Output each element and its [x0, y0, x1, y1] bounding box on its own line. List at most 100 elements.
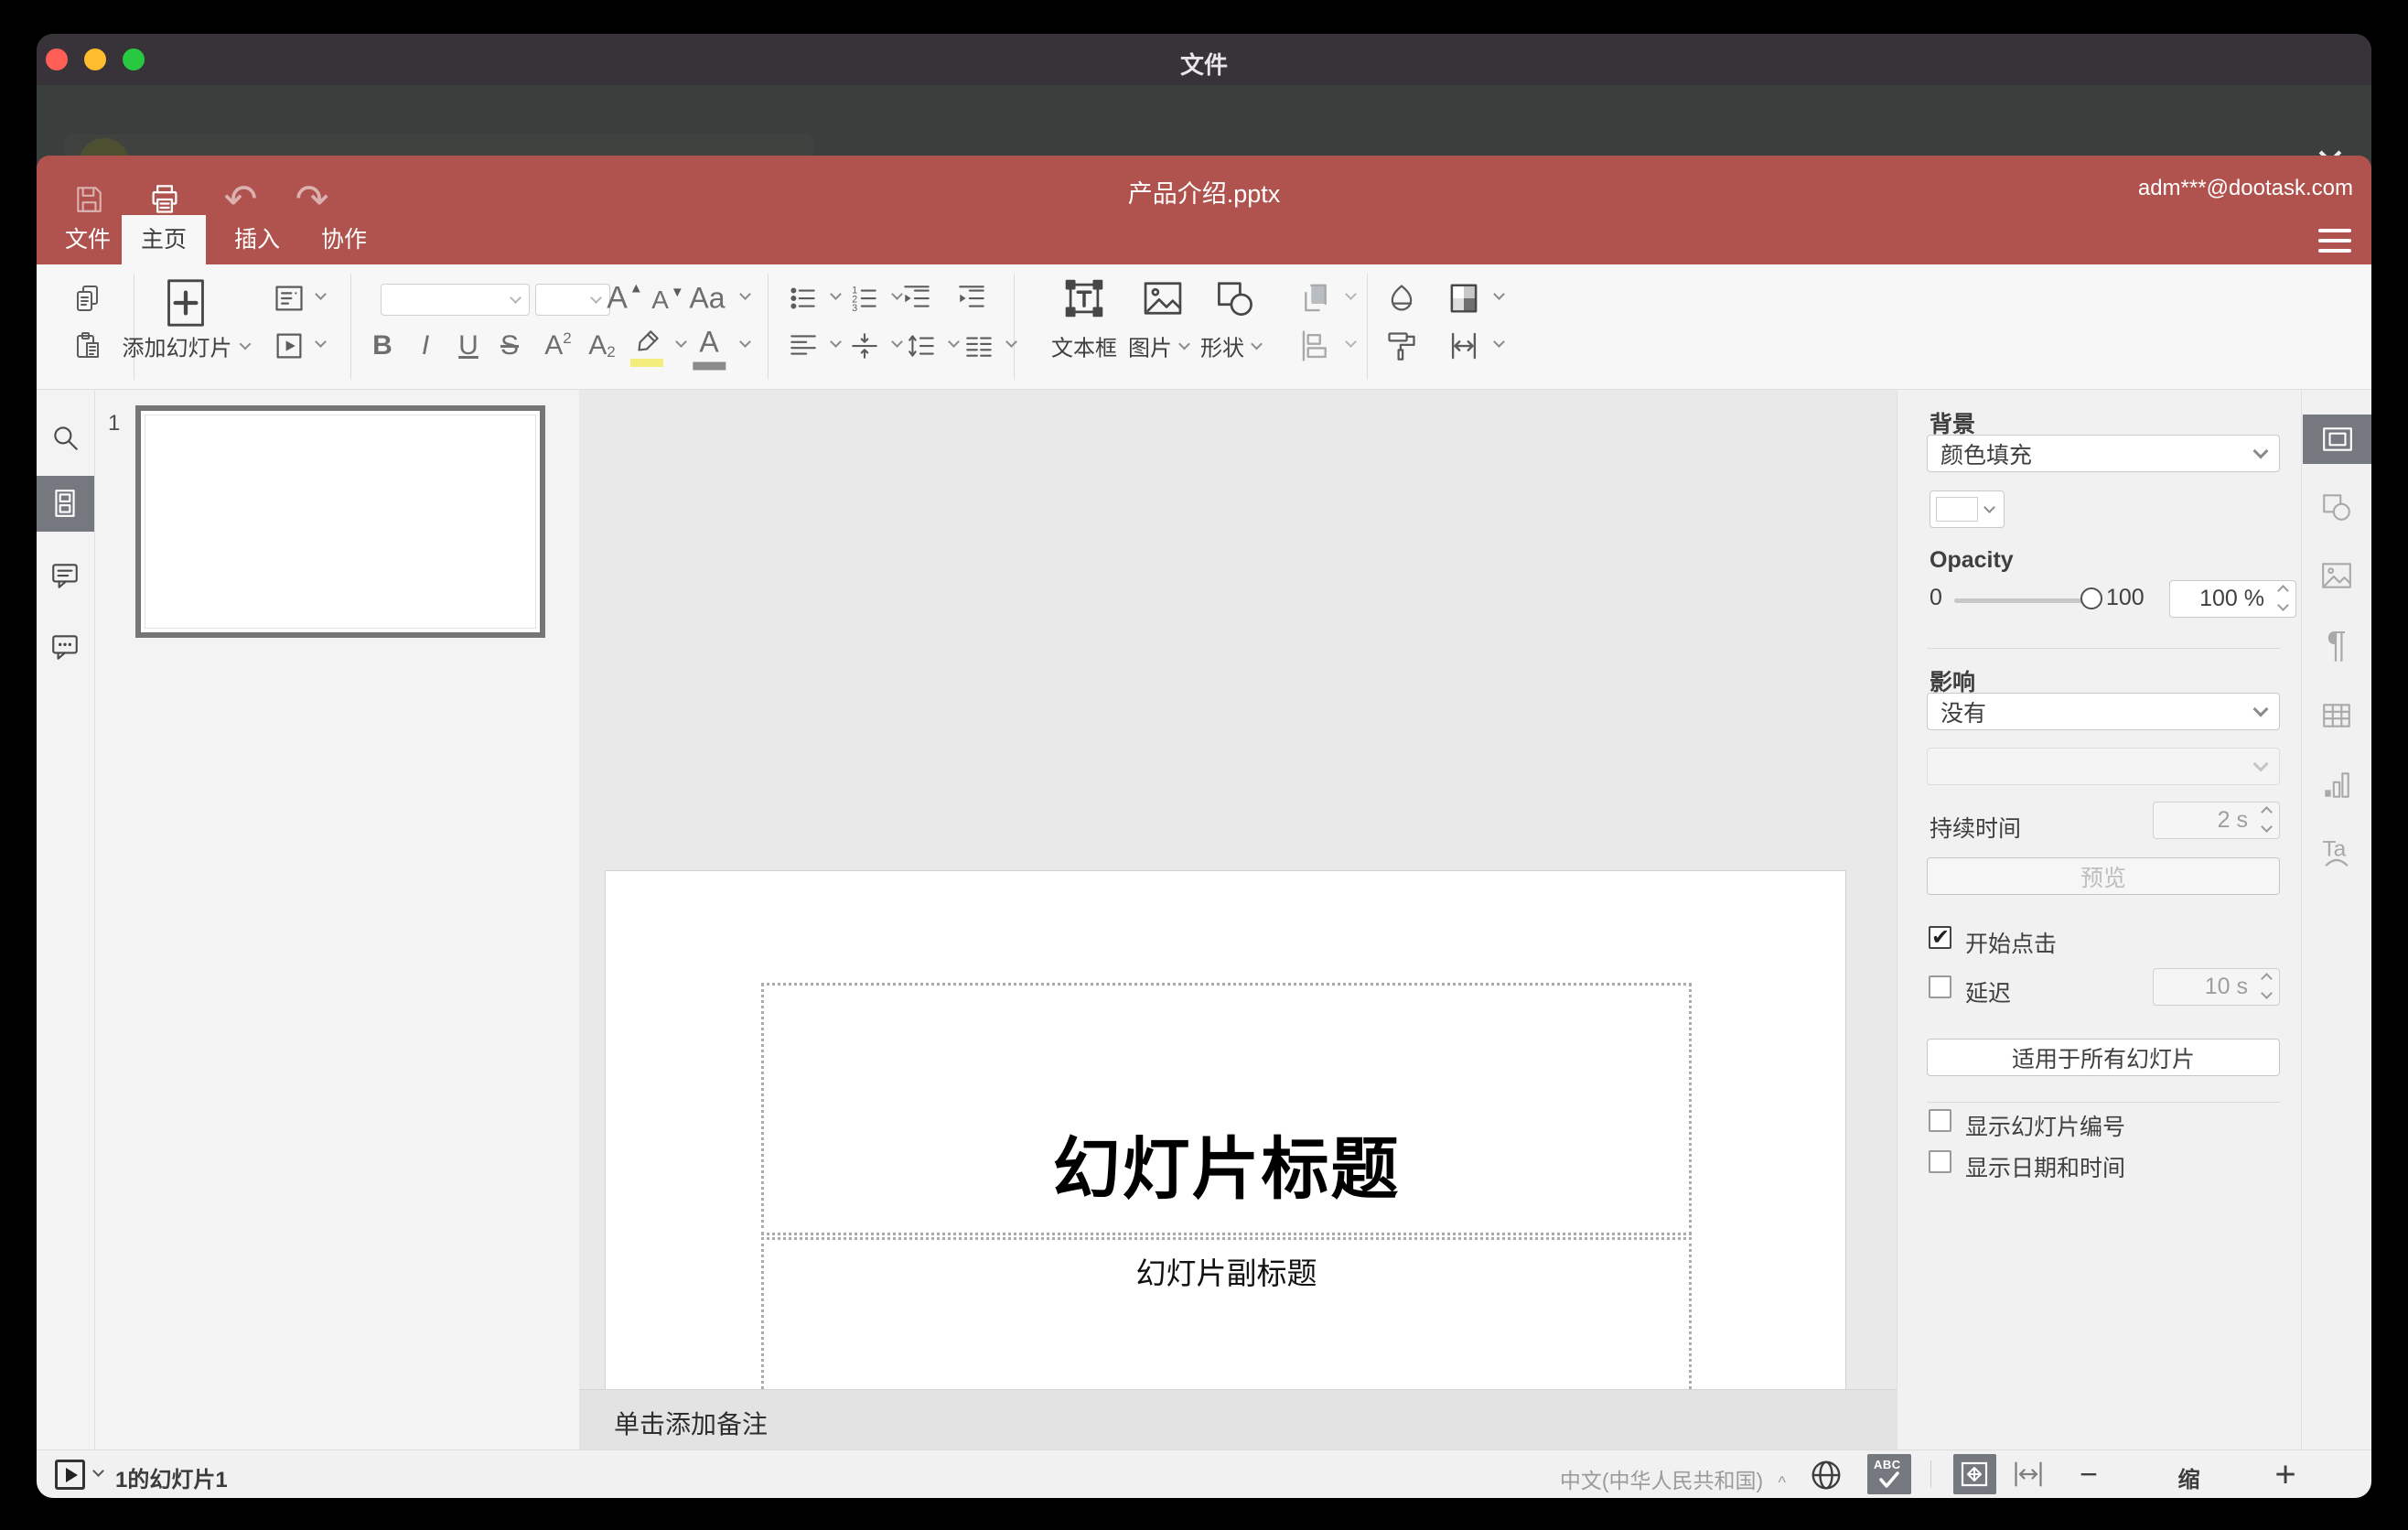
shape-icon[interactable]	[1214, 278, 1256, 318]
bold-button[interactable]: B	[372, 330, 392, 361]
font-color-chevron-icon[interactable]	[739, 336, 751, 348]
align-objects-icon[interactable]	[1298, 329, 1333, 363]
fit-to-width-icon[interactable]	[2010, 1458, 2047, 1491]
preview-button[interactable]: 预览	[1927, 857, 2280, 895]
font-name-select[interactable]	[381, 284, 530, 316]
shape-button[interactable]: 形状	[1200, 330, 1263, 362]
comments-icon[interactable]	[49, 560, 81, 591]
vertical-align-icon[interactable]	[849, 330, 880, 361]
title-placeholder[interactable]: 幻灯片标题	[761, 983, 1692, 1235]
opacity-slider-thumb[interactable]	[2080, 587, 2102, 609]
chart-settings-icon[interactable]	[2320, 770, 2353, 801]
start-slideshow-status-button[interactable]	[55, 1460, 85, 1490]
hamburger-menu-icon[interactable]	[2318, 229, 2351, 259]
font-color-button[interactable]: A	[693, 326, 726, 371]
subscript-button[interactable]: A2	[588, 330, 615, 361]
underline-button[interactable]: U	[458, 330, 478, 361]
decrease-font-button[interactable]: A ▼	[651, 285, 684, 315]
start-on-click-checkbox[interactable]: ✔	[1929, 925, 1951, 950]
background-fill-select[interactable]: 颜色填充	[1927, 435, 2280, 472]
change-case-chevron-icon[interactable]	[739, 288, 751, 300]
show-slide-number-checkbox[interactable]	[1929, 1109, 1951, 1132]
spinner-arrows-icon[interactable]	[2277, 585, 2289, 611]
subtitle-placeholder[interactable]: 幻灯片副标题	[761, 1237, 1692, 1406]
slide-layout-chevron-icon[interactable]	[315, 288, 327, 300]
image-button[interactable]: 图片	[1128, 330, 1190, 362]
start-slideshow-icon[interactable]	[273, 329, 306, 362]
italic-button[interactable]: I	[422, 330, 429, 361]
slides-panel-tab-active[interactable]	[37, 476, 94, 532]
columns-chevron-icon[interactable]	[1005, 336, 1017, 348]
increase-indent-icon[interactable]	[956, 283, 987, 314]
table-settings-icon[interactable]	[2320, 701, 2353, 730]
decrease-indent-icon[interactable]	[901, 283, 932, 314]
zoom-out-button[interactable]: −	[2080, 1458, 2098, 1493]
color-scheme-icon[interactable]	[1446, 281, 1481, 316]
slideshow-chevron-icon[interactable]	[315, 336, 327, 348]
zoom-in-button[interactable]: +	[2274, 1455, 2295, 1496]
tab-insert[interactable]: 插入	[215, 215, 299, 264]
color-scheme-chevron-icon[interactable]	[1493, 288, 1505, 300]
increase-font-button[interactable]: A ▲	[607, 281, 643, 317]
chevron-down-icon	[510, 291, 521, 304]
slide-size-icon[interactable]	[1446, 329, 1481, 363]
show-date-time-checkbox[interactable]	[1929, 1150, 1951, 1173]
align-objects-chevron-icon[interactable]	[1345, 336, 1357, 348]
spell-check-toggle[interactable]: ABC	[1867, 1454, 1911, 1494]
font-size-select[interactable]	[535, 284, 610, 316]
paste-icon[interactable]	[73, 331, 102, 361]
superscript-button[interactable]: A2	[544, 329, 571, 361]
text-art-settings-icon[interactable]: Ta	[2318, 834, 2355, 870]
document-language-icon[interactable]	[1809, 1458, 1844, 1492]
slide-thumbnail-selected[interactable]	[135, 405, 545, 638]
copy-icon[interactable]	[73, 284, 102, 313]
bullet-list-chevron-icon[interactable]	[830, 288, 842, 300]
add-slide-icon[interactable]	[165, 278, 207, 328]
slide-layout-icon[interactable]	[273, 282, 306, 315]
background-color-swatch-button[interactable]	[1930, 490, 2005, 528]
textbox-icon[interactable]	[1063, 277, 1105, 319]
arrange-chevron-icon[interactable]	[1345, 288, 1357, 300]
arrange-icon[interactable]	[1298, 281, 1333, 316]
duration-input[interactable]: 2 s	[2153, 802, 2280, 839]
line-spacing-icon[interactable]	[906, 330, 937, 361]
tab-home[interactable]: 主页	[122, 215, 206, 264]
highlight-color-button[interactable]	[630, 329, 663, 367]
tab-collaboration[interactable]: 协作	[302, 215, 386, 264]
effect-variant-select[interactable]	[1927, 748, 2280, 785]
opacity-input[interactable]: 100 %	[2169, 580, 2296, 618]
opacity-slider-track[interactable]	[1954, 598, 2093, 603]
textbox-button[interactable]: 文本框	[1051, 330, 1117, 362]
shape-settings-icon[interactable]	[2320, 490, 2353, 523]
slideshow-mode-chevron-icon[interactable]	[92, 1465, 104, 1477]
delay-input[interactable]: 10 s	[2153, 968, 2280, 1006]
image-settings-icon[interactable]	[2320, 561, 2353, 590]
tab-file[interactable]: 文件	[46, 215, 130, 264]
image-icon[interactable]	[1142, 279, 1184, 318]
vertical-align-chevron-icon[interactable]	[891, 336, 903, 348]
fit-to-slide-toggle[interactable]	[1953, 1454, 1996, 1494]
numbered-list-icon[interactable]: 123	[849, 283, 880, 314]
copy-style-icon[interactable]	[1385, 329, 1418, 362]
add-slide-button[interactable]: 添加幻灯片	[123, 330, 252, 362]
delay-checkbox[interactable]	[1929, 975, 1951, 998]
paragraph-settings-icon[interactable]: ¶	[2327, 625, 2346, 666]
language-selector[interactable]: 中文(中华人民共和国) ^	[1560, 1463, 1786, 1494]
change-case-button[interactable]: Aa	[689, 282, 725, 316]
color-swatch	[1936, 497, 1978, 522]
horizontal-align-chevron-icon[interactable]	[830, 336, 842, 348]
notes-area[interactable]: 单击添加备注	[579, 1389, 1899, 1449]
apply-to-all-slides-button[interactable]: 适用于所有幻灯片	[1927, 1039, 2280, 1076]
line-spacing-chevron-icon[interactable]	[948, 336, 960, 348]
horizontal-align-icon[interactable]	[788, 330, 819, 361]
highlight-chevron-icon[interactable]	[675, 336, 687, 348]
slide-size-chevron-icon[interactable]	[1493, 336, 1505, 348]
clear-style-icon[interactable]	[1385, 282, 1418, 315]
bullet-list-icon[interactable]	[788, 283, 819, 314]
chat-icon[interactable]	[49, 631, 81, 663]
columns-icon[interactable]	[963, 330, 994, 361]
effect-select[interactable]: 没有	[1927, 693, 2280, 730]
search-icon[interactable]	[49, 422, 81, 453]
strikethrough-button[interactable]: S	[500, 330, 519, 361]
slide-settings-tab-active[interactable]	[2303, 415, 2371, 464]
